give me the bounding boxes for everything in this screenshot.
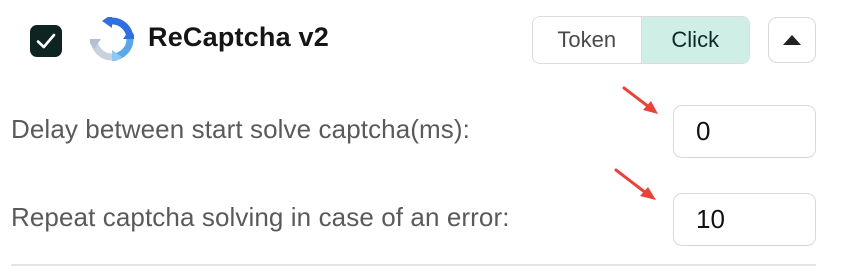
annotation-arrow-icon	[622, 86, 658, 114]
mode-toggle: Token Click	[532, 16, 750, 64]
recaptcha-logo-icon	[90, 17, 134, 61]
recaptcha-settings-panel: ReCaptcha v2 Token Click Delay between s…	[0, 0, 842, 276]
collapse-button[interactable]	[768, 17, 816, 63]
enable-checkbox[interactable]	[30, 25, 62, 57]
repeat-label: Repeat captcha solving in case of an err…	[11, 202, 510, 232]
section-title: ReCaptcha v2	[148, 22, 329, 52]
chevron-up-icon	[783, 35, 801, 45]
annotation-arrow-icon	[614, 168, 656, 200]
divider	[11, 264, 816, 266]
mode-option-token[interactable]: Token	[533, 17, 641, 63]
checkmark-icon	[36, 33, 56, 49]
delay-input[interactable]	[673, 105, 816, 158]
delay-label: Delay between start solve captcha(ms):	[11, 114, 470, 144]
repeat-input[interactable]	[673, 193, 816, 246]
mode-option-click[interactable]: Click	[640, 17, 749, 63]
